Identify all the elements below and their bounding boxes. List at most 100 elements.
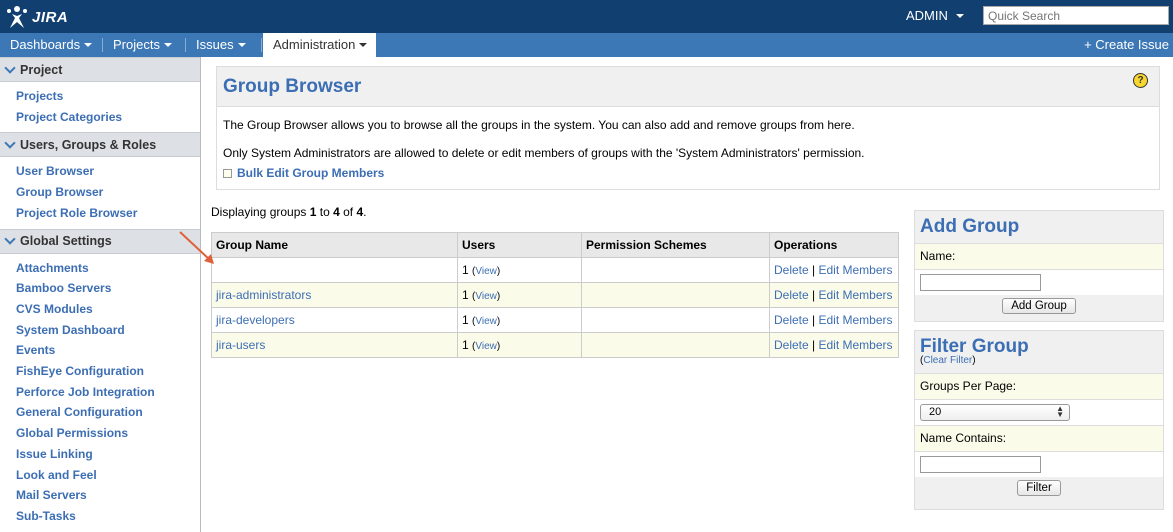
- add-group-panel: Add Group Name: Add Group: [914, 210, 1164, 322]
- nav-label: Dashboards: [10, 37, 81, 52]
- sidebar-item-project-role-browser[interactable]: Project Role Browser: [16, 203, 200, 224]
- per-page-row: 20 ▲ ▼: [915, 399, 1163, 425]
- group-name-link[interactable]: jira-developers: [216, 313, 295, 327]
- user-menu[interactable]: ADMIN: [906, 8, 964, 23]
- sidebar-item-system-dashboard[interactable]: System Dashboard: [16, 320, 200, 341]
- user-name: ADMIN: [906, 8, 948, 23]
- delete-link[interactable]: Delete: [774, 288, 809, 302]
- view-users-link[interactable]: View: [475, 266, 497, 277]
- add-group-button[interactable]: Add Group: [1002, 298, 1076, 314]
- filter-group-panel: Filter Group (Clear Filter) Groups Per P…: [914, 330, 1164, 510]
- plus-icon: +: [1084, 37, 1092, 52]
- view-users-link[interactable]: View: [475, 316, 497, 327]
- delete-link[interactable]: Delete: [774, 313, 809, 327]
- view-users-link[interactable]: View: [475, 291, 497, 302]
- sidebar-item-events[interactable]: Events: [16, 340, 200, 361]
- edit-members-link[interactable]: Edit Members: [819, 263, 893, 277]
- create-issue-button[interactable]: + Create Issue: [1084, 33, 1169, 57]
- group-name-input[interactable]: [920, 274, 1041, 291]
- view-users-link[interactable]: View: [475, 341, 497, 352]
- create-issue-label: Create Issue: [1095, 37, 1169, 52]
- sidebar-section-header[interactable]: Users, Groups & Roles: [0, 132, 200, 158]
- separator: |: [812, 338, 816, 352]
- chevron-down-icon[interactable]: [163, 43, 172, 47]
- column-users: Users: [457, 232, 582, 258]
- group-name-link[interactable]: jira-administrators: [216, 288, 311, 302]
- filter-button[interactable]: Filter: [1017, 480, 1061, 496]
- logo-text: JIRA: [32, 8, 69, 26]
- sidebar-item-perforce-job-integration[interactable]: Perforce Job Integration: [16, 382, 200, 403]
- separator: |: [812, 313, 816, 327]
- page-title: Group Browser: [217, 67, 1159, 107]
- sidebar-item-bamboo-servers[interactable]: Bamboo Servers: [16, 278, 200, 299]
- sidebar-item-fisheye-configuration[interactable]: FishEye Configuration: [16, 361, 200, 382]
- delete-link[interactable]: Delete: [774, 338, 809, 352]
- nav-administration[interactable]: Administration: [263, 33, 376, 57]
- permission-schemes-cell: [581, 282, 770, 308]
- name-contains-input[interactable]: [920, 456, 1041, 473]
- chevron-down-icon: [4, 137, 16, 149]
- chevron-down-icon: [955, 13, 964, 18]
- sidebar-item-group-browser[interactable]: Group Browser: [16, 182, 200, 203]
- clear-filter-link[interactable]: Clear Filter: [923, 355, 972, 366]
- add-group-button-row: Add Group: [915, 295, 1163, 319]
- name-contains-label: Name Contains:: [915, 425, 1163, 451]
- sidebar-item-sub-tasks[interactable]: Sub-Tasks: [16, 506, 200, 527]
- sidebar-item-cvs-modules[interactable]: CVS Modules: [16, 299, 200, 320]
- sidebar-section-global-settings: Global Settings Attachments Bamboo Serve…: [0, 228, 200, 532]
- sidebar-section-users: Users, Groups & Roles User Browser Group…: [0, 132, 200, 228]
- edit-members-link[interactable]: Edit Members: [819, 288, 893, 302]
- user-count: 1: [462, 288, 469, 302]
- column-operations: Operations: [769, 232, 899, 258]
- bulk-edit-link[interactable]: Bulk Edit Group Members: [223, 166, 384, 180]
- sidebar-item-global-permissions[interactable]: Global Permissions: [16, 423, 200, 444]
- nav-dashboards[interactable]: Dashboards: [0, 33, 103, 57]
- add-group-title: Add Group: [920, 216, 1020, 237]
- sidebar-item-issue-linking[interactable]: Issue Linking: [16, 444, 200, 465]
- table-row: jira-administrators 1 (View) Delete | Ed…: [211, 282, 899, 308]
- nav-issues[interactable]: Issues: [186, 33, 262, 57]
- sidebar-section-header[interactable]: Global Settings: [0, 228, 200, 254]
- groups-table: Group Name Users Permission Schemes Oper…: [211, 232, 899, 358]
- delete-link[interactable]: Delete: [774, 263, 809, 277]
- group-browser-info: Group Browser ? The Group Browser allows…: [216, 66, 1160, 190]
- chevron-down-icon[interactable]: [359, 43, 368, 47]
- table-row: 1 (View) Delete | Edit Members: [211, 257, 899, 283]
- nav-label: Projects: [113, 37, 160, 52]
- edit-members-link[interactable]: Edit Members: [819, 338, 893, 352]
- nav-label: Administration: [273, 37, 356, 52]
- chevron-down-icon[interactable]: [237, 43, 246, 47]
- sidebar-item-project-categories[interactable]: Project Categories: [16, 107, 200, 128]
- admin-sidebar: Project Projects Project Categories User…: [0, 57, 201, 532]
- group-name-link[interactable]: jira-users: [216, 338, 265, 352]
- sidebar-item-projects[interactable]: Projects: [16, 86, 200, 107]
- top-header: JIRA ADMIN: [0, 0, 1173, 33]
- nav-projects[interactable]: Projects: [103, 33, 186, 57]
- selected-value: 20: [929, 406, 942, 418]
- jira-logo[interactable]: JIRA: [4, 3, 70, 31]
- sidebar-item-mail-servers[interactable]: Mail Servers: [16, 485, 200, 506]
- table-row: jira-developers 1 (View) Delete | Edit M…: [211, 307, 899, 333]
- bullet-icon: [223, 168, 232, 178]
- sidebar-item-user-browser[interactable]: User Browser: [16, 161, 200, 182]
- sidebar-item-look-and-feel[interactable]: Look and Feel: [16, 465, 200, 486]
- select-arrows-icon: ▲ ▼: [1056, 404, 1064, 419]
- filter-button-row: Filter: [915, 477, 1163, 501]
- user-count: 1: [462, 338, 469, 352]
- chevron-down-icon: [4, 233, 16, 245]
- edit-members-link[interactable]: Edit Members: [819, 313, 893, 327]
- permission-note: Only System Administrators are allowed t…: [223, 146, 865, 160]
- filter-group-title: Filter Group: [920, 336, 1029, 357]
- chevron-down-icon: [4, 61, 16, 74]
- sidebar-item-general-configuration[interactable]: General Configuration: [16, 402, 200, 423]
- quick-search-input[interactable]: [983, 6, 1169, 25]
- chevron-down-icon[interactable]: [84, 43, 93, 47]
- main-content: Group Browser ? The Group Browser allows…: [201, 57, 1173, 532]
- sidebar-section-header[interactable]: Project: [0, 57, 200, 82]
- table-row: jira-users 1 (View) Delete | Edit Member…: [211, 332, 899, 358]
- column-permission-schemes: Permission Schemes: [581, 232, 770, 258]
- sidebar-item-attachments[interactable]: Attachments: [16, 258, 200, 279]
- column-group-name: Group Name: [211, 232, 458, 258]
- help-icon[interactable]: ?: [1133, 73, 1148, 88]
- groups-per-page-select[interactable]: 20 ▲ ▼: [920, 404, 1070, 421]
